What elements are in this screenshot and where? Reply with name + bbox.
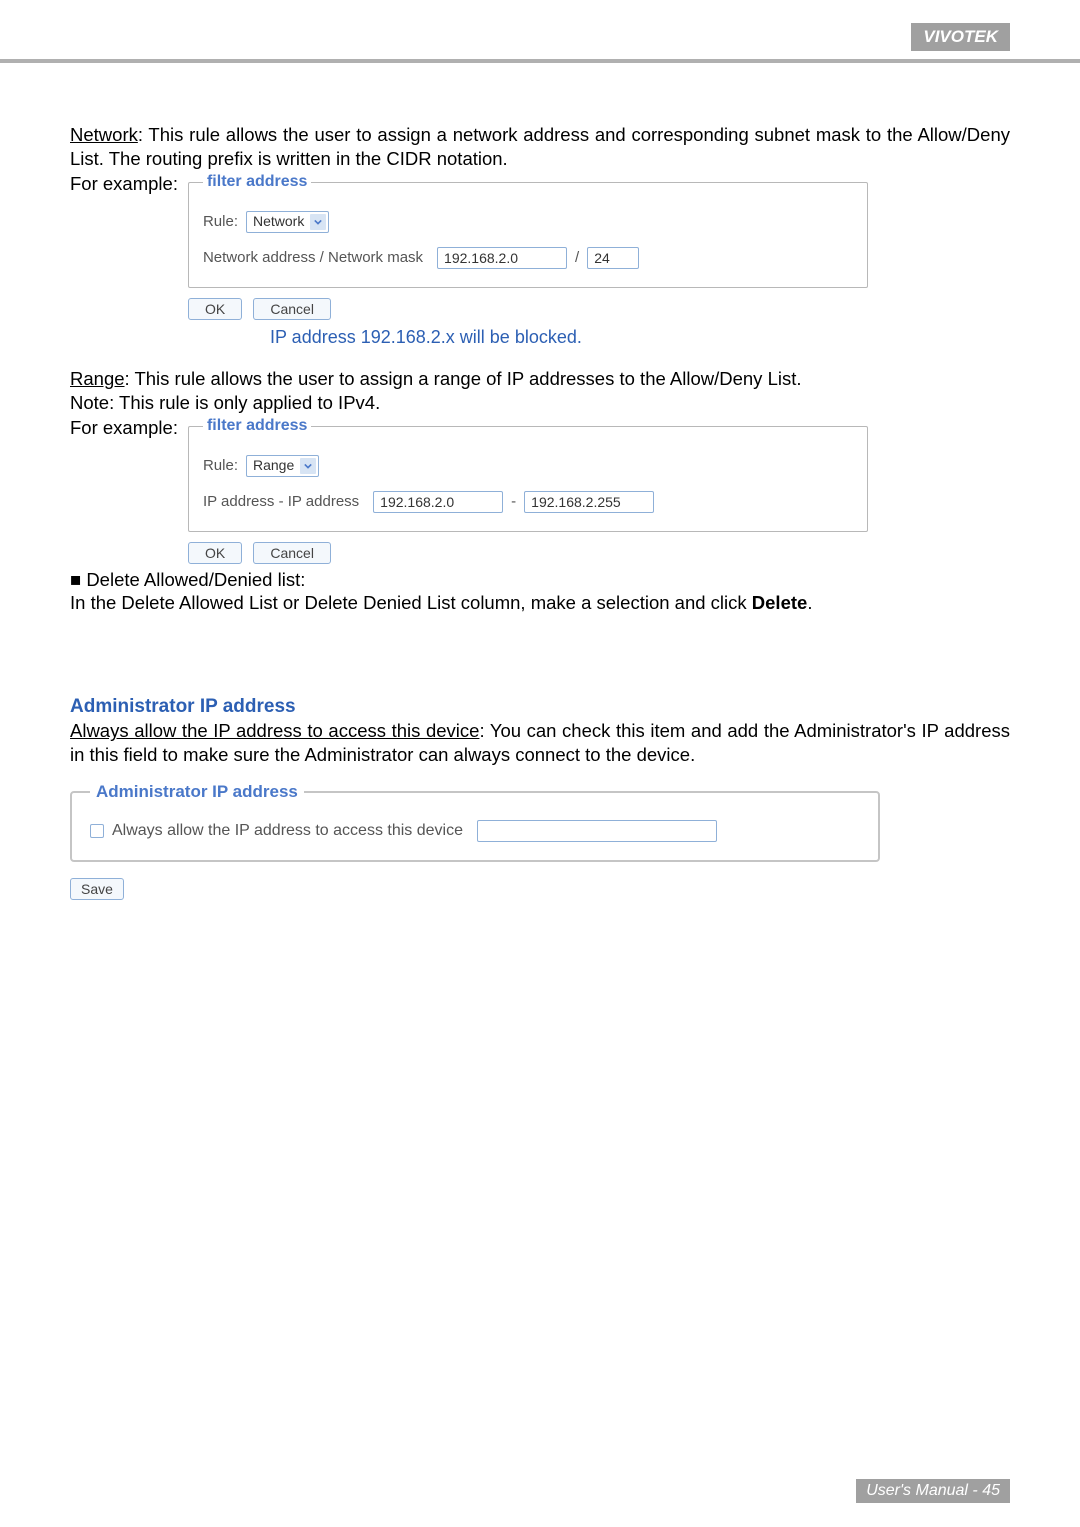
ok-button[interactable]: OK — [188, 542, 242, 564]
delete-list-heading: ■ Delete Allowed/Denied list: — [70, 568, 1010, 592]
delete-list-text: In the Delete Allowed List or Delete Den… — [70, 591, 1010, 615]
admin-checkbox-label: Always allow the IP address to access th… — [112, 821, 463, 841]
delete-text-after: . — [807, 592, 812, 613]
range-example-region: For example: filter address Rule: Range … — [70, 416, 1010, 563]
rule-select-value: Network — [253, 213, 304, 231]
save-row: Save — [70, 876, 1010, 900]
network-ip-input[interactable] — [437, 247, 567, 269]
admin-ip-paragraph: Always allow the IP address to access th… — [70, 719, 1010, 766]
range-button-row: OK Cancel — [188, 540, 868, 564]
range-panel: filter address Rule: Range IP address - … — [188, 416, 868, 563]
network-button-row: OK Cancel — [188, 296, 868, 320]
admin-ip-legend: Administrator IP address — [90, 781, 304, 803]
network-panel: filter address Rule: Network Network add… — [188, 172, 868, 319]
admin-ip-underline: Always allow the IP address to access th… — [70, 720, 479, 741]
admin-allow-checkbox[interactable] — [90, 824, 104, 838]
network-example-region: For example: filter address Rule: Networ… — [70, 172, 1010, 319]
rule-label: Rule: — [203, 456, 238, 475]
dash-separator: - — [511, 492, 516, 511]
rule-row: Rule: Range — [203, 455, 853, 477]
slash-separator: / — [575, 248, 579, 267]
range-rule-desc: : This rule allows the user to assign a … — [125, 368, 802, 389]
network-mask-input[interactable] — [587, 247, 639, 269]
rule-select-value: Range — [253, 457, 294, 475]
rule-label: Rule: — [203, 212, 238, 231]
range-rule-label: Range — [70, 368, 125, 389]
filter-address-fieldset-range: filter address Rule: Range IP address - … — [188, 416, 868, 531]
range-rule-note: Note: This rule is only applied to IPv4. — [70, 391, 1010, 415]
network-blocked-caption: IP address 192.168.2.x will be blocked. — [270, 326, 1010, 349]
filter-address-fieldset-network: filter address Rule: Network Network add… — [188, 172, 868, 287]
delete-text-before: In the Delete Allowed List or Delete Den… — [70, 592, 752, 613]
range-ip-from-input[interactable] — [373, 491, 503, 513]
network-rule-label: Network — [70, 124, 138, 145]
admin-ip-row: Always allow the IP address to access th… — [90, 820, 860, 842]
range-address-label: IP address - IP address — [203, 492, 359, 511]
filter-address-legend: filter address — [203, 416, 311, 436]
range-rule-paragraph: Range: This rule allows the user to assi… — [70, 367, 1010, 391]
range-ip-to-input[interactable] — [524, 491, 654, 513]
ok-button[interactable]: OK — [188, 298, 242, 320]
save-button[interactable]: Save — [70, 878, 124, 900]
brand-label: VIVOTEK — [911, 23, 1010, 51]
admin-ip-input[interactable] — [477, 820, 717, 842]
network-address-label: Network address / Network mask — [203, 248, 423, 267]
network-rule-paragraph: Network: This rule allows the user to as… — [70, 123, 1010, 170]
cancel-button[interactable]: Cancel — [253, 298, 331, 320]
network-for-example: For example: — [70, 172, 188, 196]
network-address-row: Network address / Network mask / — [203, 247, 853, 269]
cancel-button[interactable]: Cancel — [253, 542, 331, 564]
chevron-down-icon — [310, 214, 326, 230]
admin-ip-fieldset: Administrator IP address Always allow th… — [70, 781, 880, 863]
rule-select-range[interactable]: Range — [246, 455, 319, 477]
page-header: VIVOTEK — [0, 0, 1080, 63]
delete-bold: Delete — [752, 592, 808, 613]
range-address-row: IP address - IP address - — [203, 491, 853, 513]
rule-select-network[interactable]: Network — [246, 211, 329, 233]
admin-ip-title: Administrator IP address — [70, 695, 1010, 719]
page-content: Network: This rule allows the user to as… — [0, 63, 1080, 900]
rule-row: Rule: Network — [203, 211, 853, 233]
filter-address-legend: filter address — [203, 172, 311, 192]
chevron-down-icon — [300, 458, 316, 474]
page-footer: User's Manual - 45 — [856, 1479, 1010, 1503]
network-rule-desc: : This rule allows the user to assign a … — [70, 124, 1010, 169]
range-for-example: For example: — [70, 416, 188, 440]
